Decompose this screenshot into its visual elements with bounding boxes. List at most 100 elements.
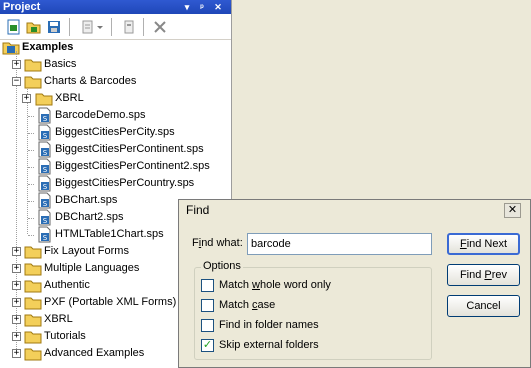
- pin-icon[interactable]: ᵖ: [196, 0, 208, 14]
- add-files-dropdown-icon[interactable]: [96, 19, 104, 35]
- remove-icon[interactable]: [152, 19, 168, 35]
- expand-icon[interactable]: +: [12, 60, 21, 69]
- folder-icon: [24, 314, 42, 327]
- expand-icon[interactable]: +: [12, 315, 21, 324]
- tree-file[interactable]: S BarcodeDemo.sps: [0, 107, 231, 124]
- tree-item-label: DBChart2.sps: [55, 211, 124, 223]
- folder-icon: [24, 246, 42, 259]
- find-what-input[interactable]: [247, 233, 432, 255]
- sps-file-icon: S: [38, 124, 51, 141]
- find-dialog: Find ✕ Find what: Find Next Find Prev Ca…: [178, 199, 531, 368]
- folder-icon: [35, 93, 53, 106]
- checkbox-checked[interactable]: ✓: [201, 339, 214, 352]
- tree-item-label: BiggestCitiesPerContinent2.sps: [55, 160, 210, 172]
- sps-file-icon: S: [38, 209, 51, 226]
- properties-icon[interactable]: [121, 19, 137, 35]
- svg-text:S: S: [43, 149, 48, 157]
- expand-icon[interactable]: +: [12, 264, 21, 273]
- find-prev-button[interactable]: Find Prev: [447, 264, 520, 286]
- close-button[interactable]: ✕: [504, 203, 521, 218]
- checkbox[interactable]: [201, 279, 214, 292]
- sps-file-icon: S: [38, 226, 51, 243]
- folder-icon: [24, 297, 42, 310]
- project-title: Project: [3, 1, 41, 13]
- tree-item-label: Fix Layout Forms: [44, 245, 129, 257]
- tree-item-label: Basics: [44, 58, 77, 70]
- open-project-icon[interactable]: [26, 19, 42, 35]
- tree-item-label: Multiple Languages: [44, 262, 140, 274]
- project-toolbar: [0, 14, 231, 40]
- sps-file-icon: S: [38, 192, 51, 209]
- tree-connector: [28, 133, 34, 134]
- svg-text:S: S: [43, 132, 48, 140]
- tree-item-label: HTMLTable1Chart.sps: [55, 228, 164, 240]
- tree-item-label: Charts & Barcodes: [44, 75, 137, 87]
- tree-item-label: XBRL: [55, 92, 84, 104]
- tree-folder[interactable]: + XBRL: [0, 90, 231, 107]
- checkbox[interactable]: [201, 299, 214, 312]
- folder-icon: [24, 263, 42, 276]
- tree-item-label: BiggestCitiesPerContinent.sps: [55, 143, 204, 155]
- tree-connector: [28, 116, 34, 117]
- expand-icon[interactable]: +: [12, 298, 21, 307]
- toolbar-separator: [69, 18, 70, 36]
- tree-connector: [28, 167, 34, 168]
- find-dialog-title: Find: [186, 203, 210, 217]
- tree-folder[interactable]: − Charts & Barcodes: [0, 73, 231, 90]
- project-titlebar[interactable]: Project ▾ ᵖ ✕: [0, 0, 231, 14]
- find-what-label: Find what:: [192, 237, 243, 249]
- sps-file-icon: S: [38, 158, 51, 175]
- svg-text:S: S: [43, 234, 48, 242]
- checkbox[interactable]: [201, 319, 214, 332]
- expand-icon[interactable]: +: [12, 281, 21, 290]
- svg-text:S: S: [43, 200, 48, 208]
- tree-file[interactable]: S BiggestCitiesPerContinent2.sps: [0, 158, 231, 175]
- project-icon: [2, 42, 20, 55]
- find-next-button[interactable]: Find Next: [447, 233, 520, 255]
- tree-file[interactable]: S BiggestCitiesPerContinent.sps: [0, 141, 231, 158]
- options-title: Options: [201, 260, 243, 272]
- cancel-button[interactable]: Cancel: [447, 295, 520, 317]
- expand-icon[interactable]: +: [22, 94, 31, 103]
- svg-text:S: S: [43, 166, 48, 174]
- close-icon: ✕: [507, 204, 518, 216]
- expand-icon[interactable]: +: [12, 349, 21, 358]
- option-label: Find in folder names: [219, 319, 319, 331]
- close-icon[interactable]: ✕: [212, 0, 224, 14]
- expand-icon[interactable]: +: [12, 247, 21, 256]
- tree-item-label: BiggestCitiesPerCountry.sps: [55, 177, 195, 189]
- tree-item-label: Advanced Examples: [44, 347, 145, 359]
- tree-item-label: DBChart.sps: [55, 194, 118, 206]
- tree-file[interactable]: S BiggestCitiesPerCity.sps: [0, 124, 231, 141]
- option-label: Match case: [219, 299, 276, 311]
- toolbar-separator: [143, 18, 144, 36]
- tree-item-label: BarcodeDemo.sps: [55, 109, 146, 121]
- svg-text:S: S: [43, 217, 48, 225]
- save-project-icon[interactable]: [46, 19, 62, 35]
- tree-connector: [28, 184, 34, 185]
- folder-icon: [24, 348, 42, 361]
- add-files-icon[interactable]: [80, 19, 96, 35]
- folder-icon: [24, 280, 42, 293]
- tree-item-label: Authentic: [44, 279, 90, 291]
- tree-file[interactable]: S BiggestCitiesPerCountry.sps: [0, 175, 231, 192]
- tree-folder[interactable]: + Basics: [0, 56, 231, 73]
- new-project-icon[interactable]: [6, 19, 22, 35]
- find-dialog-titlebar[interactable]: Find ✕: [179, 200, 530, 221]
- tree-item-label: Tutorials: [44, 330, 86, 342]
- dropdown-icon[interactable]: ▾: [181, 0, 193, 14]
- tree-root-label: Examples: [22, 41, 74, 53]
- option-label: Match whole word only: [219, 279, 331, 291]
- expand-icon[interactable]: +: [12, 332, 21, 341]
- collapse-icon[interactable]: −: [12, 77, 21, 86]
- sps-file-icon: S: [38, 107, 51, 124]
- option-label: Skip external folders: [219, 339, 319, 351]
- tree-item-label: XBRL: [44, 313, 73, 325]
- tree-item-label: PXF (Portable XML Forms): [44, 296, 177, 308]
- toolbar-separator: [111, 18, 112, 36]
- tree-connector: [28, 150, 34, 151]
- svg-text:S: S: [43, 115, 48, 123]
- sps-file-icon: S: [38, 141, 51, 158]
- tree-connector: [28, 235, 34, 236]
- svg-text:S: S: [43, 183, 48, 191]
